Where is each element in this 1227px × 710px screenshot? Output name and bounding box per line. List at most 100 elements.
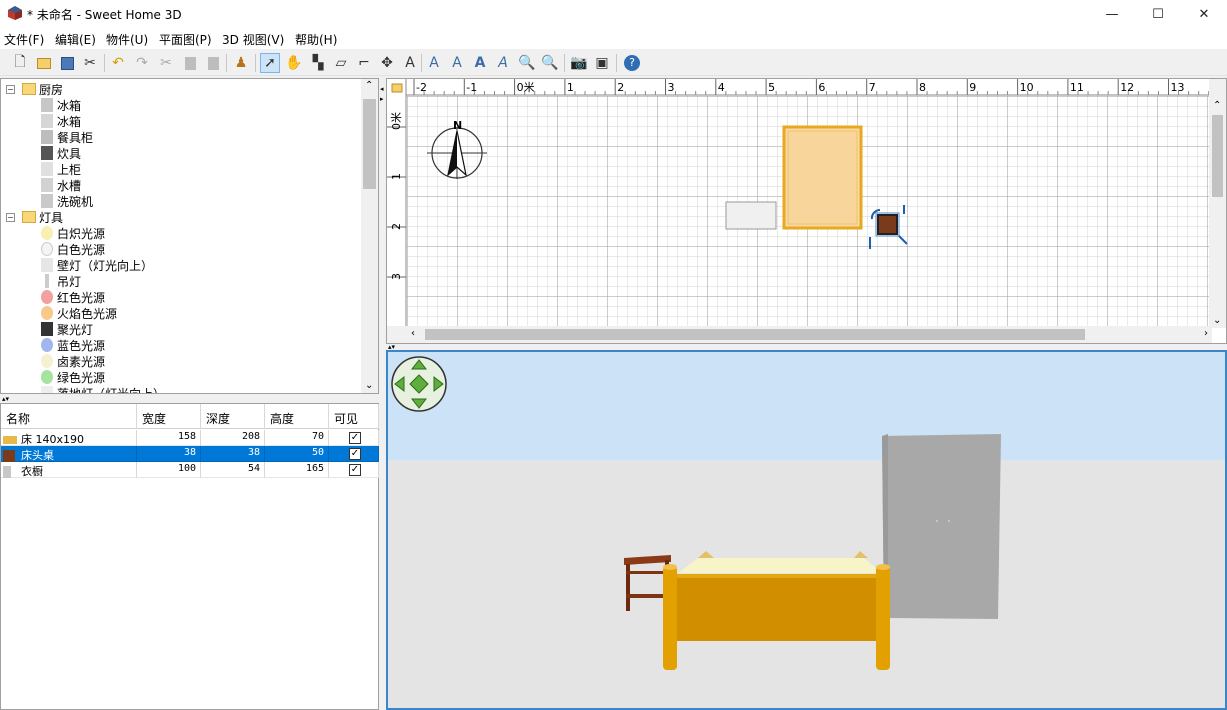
plan-view[interactable]: -2 -1 0米 1 2 3 4 5 6 7 8 9 10 11 12 13 0米 1 2 3 N (386, 78, 1227, 344)
catalog-category-lights[interactable]: 灯具 (22, 209, 63, 225)
catalog-item[interactable]: 炊具 (41, 145, 81, 161)
table-row[interactable]: 衣橱 100 54 165 ✓ (1, 462, 379, 478)
add-text-icon[interactable]: A (400, 53, 420, 73)
bold-text-icon[interactable]: A (470, 53, 490, 73)
scroll-left-icon[interactable]: ‹ (411, 329, 415, 339)
catalog-item[interactable]: 壁灯（灯光向上） (41, 257, 153, 273)
new-file-icon[interactable]: 🗋 (10, 53, 30, 73)
visible-checkbox[interactable]: ✓ (349, 464, 361, 476)
catalog-item[interactable]: 白色光源 (41, 241, 105, 257)
text-style-icon[interactable]: A (424, 53, 444, 73)
add-furniture-icon[interactable]: ♟ (231, 53, 251, 73)
scroll-up-icon[interactable]: ⌃ (365, 81, 373, 91)
create-polylines-icon[interactable]: ⌐ (354, 53, 374, 73)
create-walls-icon[interactable]: ▚ (308, 53, 328, 73)
scroll-right-icon[interactable]: › (1204, 329, 1208, 339)
navigation-arrows-icon[interactable] (391, 356, 447, 412)
catalog-item[interactable]: 红色光源 (41, 289, 105, 305)
catalog-item[interactable]: 卤素光源 (41, 353, 105, 369)
column-header-height[interactable]: 高度 (265, 404, 329, 429)
minimize-button[interactable]: — (1089, 0, 1135, 28)
dishwasher-icon (41, 194, 53, 208)
catalog-item[interactable]: 上柜 (41, 161, 81, 177)
plan-wardrobe[interactable] (725, 201, 777, 230)
catalog-item[interactable]: 落地灯（灯光向上） (41, 385, 165, 393)
ruler-x-label: 10 (1020, 81, 1034, 94)
catalog-item[interactable]: 聚光灯 (41, 321, 93, 337)
italic-text-icon[interactable]: A (493, 53, 513, 73)
preferences-icon[interactable]: ✂ (80, 53, 100, 73)
catalog-scrollbar[interactable]: ⌃ ⌄ (361, 79, 378, 393)
table-row[interactable]: 床头桌 38 38 50 ✓ (1, 446, 379, 462)
column-header-width[interactable]: 宽度 (137, 404, 201, 429)
scrollbar-thumb[interactable] (425, 329, 1085, 340)
catalog-item[interactable]: 白炽光源 (41, 225, 105, 241)
catalog-category-kitchen[interactable]: 厨房 (22, 81, 63, 97)
catalog-item-label: 洗碗机 (57, 194, 94, 209)
create-photo-icon[interactable]: 📷 (569, 53, 589, 73)
create-video-icon[interactable]: ▣ (592, 53, 612, 73)
catalog-item-label: 餐具柜 (57, 130, 94, 145)
catalog-item[interactable]: 蓝色光源 (41, 337, 105, 353)
catalog-item[interactable]: 火焰色光源 (41, 305, 117, 321)
catalog-item[interactable]: 餐具柜 (41, 129, 93, 145)
splitter-left-arrow-icon[interactable]: ◂ (380, 84, 384, 94)
help-icon[interactable]: ? (622, 53, 642, 73)
menu-help[interactable]: 帮助(H) (295, 31, 337, 48)
maximize-button[interactable]: ☐ (1135, 0, 1181, 28)
splitter-right-arrow-icon[interactable]: ▸ (380, 94, 384, 104)
scroll-down-icon[interactable]: ⌄ (1213, 316, 1221, 326)
wardrobe-3d[interactable] (882, 434, 1001, 619)
open-folder-icon[interactable] (34, 53, 54, 73)
catalog-item[interactable]: 吊灯 (41, 273, 81, 289)
column-header-visible[interactable]: 可见 (329, 404, 379, 429)
menu-file[interactable]: 文件(F) (4, 31, 44, 48)
plan-bed[interactable] (782, 125, 863, 230)
zoom-in-icon[interactable]: 🔍 (517, 53, 537, 73)
menu-3d-view[interactable]: 3D 视图(V) (222, 31, 284, 48)
bed-3d[interactable] (663, 551, 890, 670)
create-dimensions-icon[interactable]: ✥ (377, 53, 397, 73)
cut-icon[interactable]: ✂ (156, 53, 176, 73)
catalog-item[interactable]: 绿色光源 (41, 369, 105, 385)
catalog-item[interactable]: 冰箱 (41, 113, 81, 129)
scroll-up-icon[interactable]: ⌃ (1213, 101, 1221, 111)
redo-icon[interactable]: ↷ (132, 53, 152, 73)
furniture-name: 衣橱 (21, 465, 43, 478)
zoom-out-icon[interactable]: 🔍 (540, 53, 560, 73)
width-cell: 158 (137, 430, 201, 446)
view-3d[interactable] (386, 350, 1227, 710)
copy-icon[interactable] (180, 53, 200, 73)
scrollbar-thumb[interactable] (363, 99, 376, 189)
scroll-down-icon[interactable]: ⌄ (365, 381, 373, 391)
visible-checkbox[interactable]: ✓ (349, 448, 361, 460)
text-size-icon[interactable]: A (447, 53, 467, 73)
collapse-toggle-icon[interactable]: − (6, 85, 15, 94)
close-button[interactable]: ✕ (1181, 0, 1227, 28)
undo-icon[interactable]: ↶ (108, 53, 128, 73)
scene-3d-canvas[interactable] (388, 352, 1225, 708)
menu-furniture[interactable]: 物件(U) (106, 31, 148, 48)
visible-checkbox[interactable]: ✓ (349, 432, 361, 444)
wall-lamp-icon (41, 258, 53, 272)
folder-icon (22, 211, 36, 223)
table-row[interactable]: 床 140x190 158 208 70 ✓ (1, 430, 379, 446)
menu-edit[interactable]: 编辑(E) (55, 31, 96, 48)
save-icon[interactable] (57, 53, 77, 73)
create-rooms-icon[interactable]: ▱ (331, 53, 351, 73)
select-mode-icon[interactable]: ➚ (260, 53, 280, 73)
plan-horizontal-scrollbar[interactable]: ‹ › (387, 326, 1212, 343)
pan-mode-icon[interactable]: ✋ (284, 53, 304, 73)
left-splitter[interactable]: ▴▾ (0, 395, 380, 403)
paste-icon[interactable] (203, 53, 223, 73)
catalog-item[interactable]: 冰箱 (41, 97, 81, 113)
column-header-depth[interactable]: 深度 (201, 404, 265, 429)
scrollbar-thumb[interactable] (1212, 115, 1223, 197)
collapse-toggle-icon[interactable]: − (6, 213, 15, 222)
column-header-name[interactable]: 名称 (1, 404, 137, 429)
plan-canvas[interactable]: -2 -1 0米 1 2 3 4 5 6 7 8 9 10 11 12 13 0米123 N (387, 79, 1211, 328)
plan-vertical-scrollbar[interactable]: ⌃ ⌄ (1209, 79, 1226, 328)
catalog-item[interactable]: 洗碗机 (41, 193, 93, 209)
catalog-item[interactable]: 水槽 (41, 177, 81, 193)
menu-plan[interactable]: 平面图(P) (159, 31, 212, 48)
